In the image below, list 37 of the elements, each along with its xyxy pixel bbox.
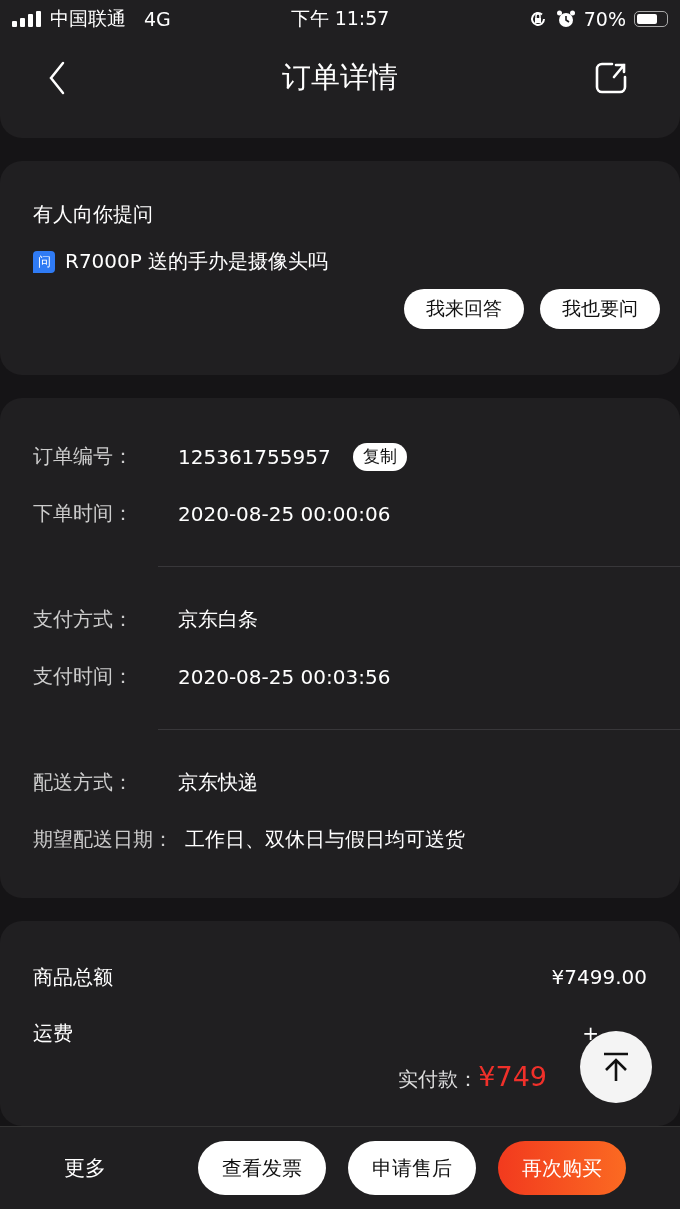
copy-button[interactable]: 复制 — [352, 442, 407, 471]
amount-value: + — [582, 1021, 599, 1045]
action-button[interactable]: 申请售后 — [348, 1141, 476, 1195]
amount-label: 商品总额 — [33, 963, 113, 991]
question-button[interactable]: 我来回答 — [404, 289, 524, 329]
battery-icon — [634, 11, 668, 27]
question-badge: 问 — [33, 250, 55, 273]
share-icon[interactable] — [594, 61, 628, 95]
field-label: 支付方式： — [33, 606, 134, 633]
field-value: 京东白条 — [178, 606, 258, 633]
question-button[interactable]: 我也要问 — [540, 289, 660, 329]
signal-icon — [12, 11, 42, 27]
field-label: 下单时间： — [33, 500, 134, 527]
field-value: 工作日、双休日与假日均可送货 — [185, 826, 465, 853]
network-type: 4G — [144, 8, 171, 30]
field-value: 2020-08-25 00:03:56 — [178, 664, 391, 689]
field-label: 支付时间： — [33, 663, 134, 690]
clock-time: 下午 11:57 — [290, 6, 390, 31]
field-value: 2020-08-25 00:00:06 — [178, 501, 391, 526]
paid-label: 实付款： — [398, 1066, 479, 1093]
carrier-name: 中国联通 — [50, 6, 126, 31]
back-icon[interactable] — [48, 61, 66, 95]
paid-amount: ¥749 — [478, 1061, 547, 1092]
amount-label: 运费 — [33, 1019, 73, 1047]
page-title: 订单详情 — [282, 59, 398, 96]
field-value: 125361755957 — [178, 444, 331, 469]
alarm-icon — [555, 9, 576, 29]
field-label: 订单编号： — [33, 443, 134, 470]
field-value: 京东快递 — [178, 769, 258, 796]
question-heading: 有人向你提问 — [33, 201, 154, 228]
more-link[interactable]: 更多 — [64, 1154, 106, 1182]
battery-percent: 70% — [583, 8, 626, 30]
amount-value: ¥7499.00 — [551, 965, 647, 989]
field-label: 期望配送日期： — [33, 826, 173, 853]
question-text[interactable]: R7000P 送的手办是摄像头吗 — [65, 248, 329, 275]
field-label: 配送方式： — [33, 769, 134, 796]
action-button[interactable]: 查看发票 — [198, 1141, 326, 1195]
